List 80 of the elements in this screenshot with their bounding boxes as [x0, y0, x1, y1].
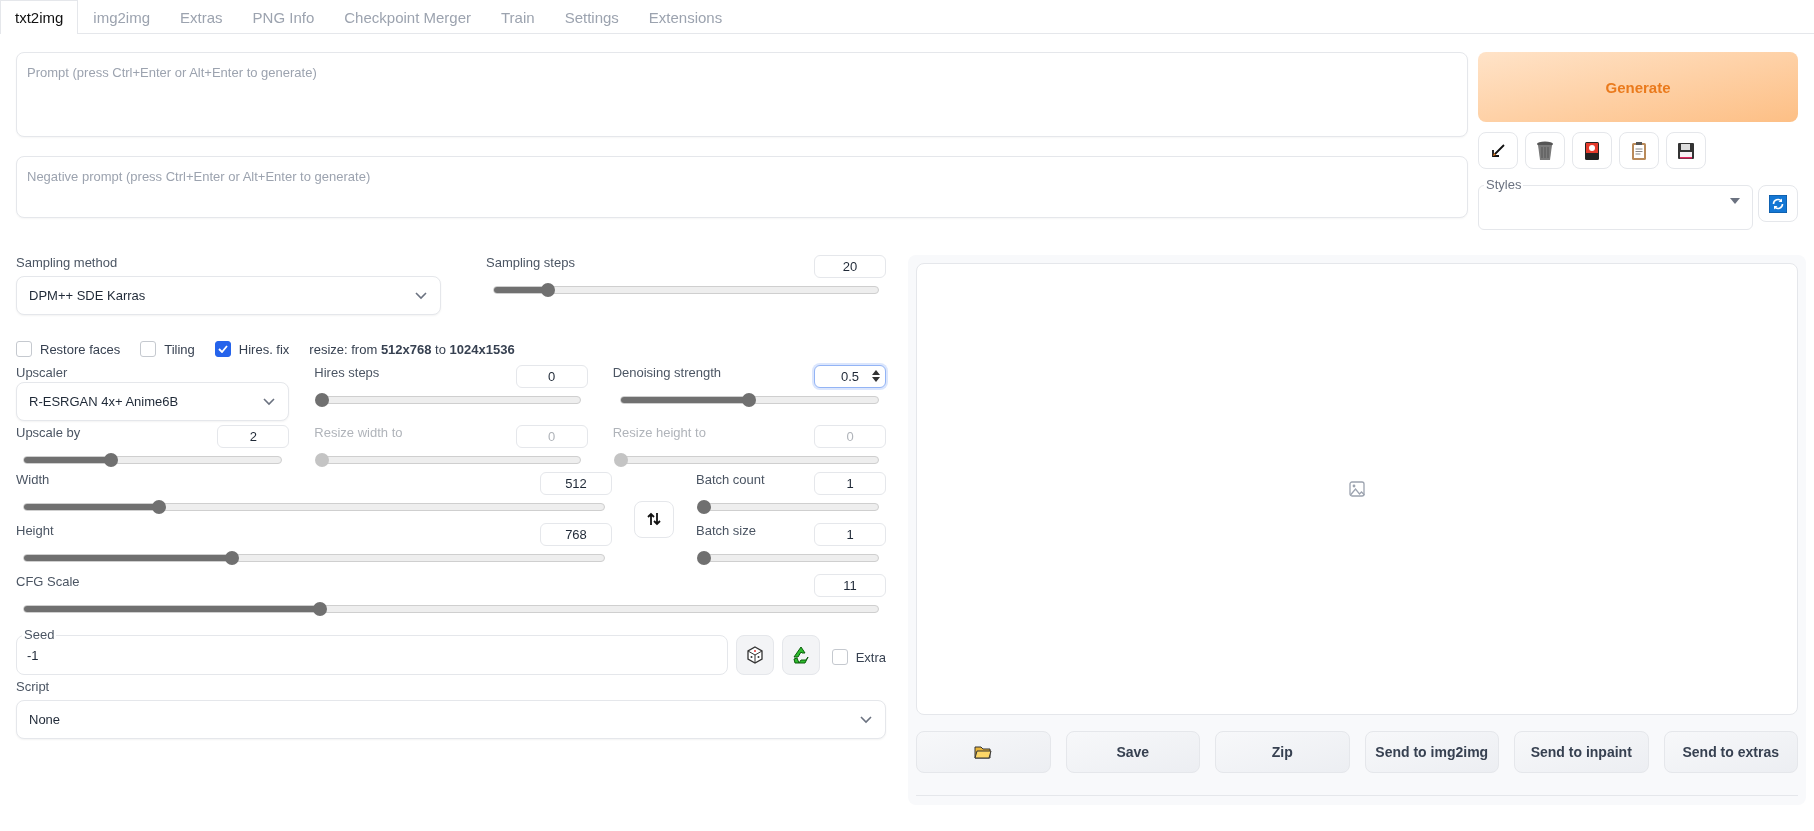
number-field[interactable]: 768 — [540, 523, 612, 546]
number-field[interactable]: 1 — [814, 472, 886, 495]
chevron-icon — [262, 397, 277, 406]
slider-thumb[interactable] — [697, 500, 711, 514]
tool-button[interactable] — [1666, 132, 1706, 169]
slider-label: Resize width to — [314, 425, 403, 440]
slider-thumb[interactable] — [313, 602, 328, 616]
gallery-button[interactable]: Send to inpaint — [1514, 731, 1649, 773]
number-field[interactable]: 0.5 — [814, 365, 886, 388]
tool-button[interactable] — [1478, 132, 1518, 169]
slider-label: Denoising strength — [612, 365, 722, 380]
recycle-icon — [790, 645, 811, 665]
tab[interactable]: txt2img — [0, 0, 79, 34]
save-icon — [1677, 141, 1695, 160]
open-folder-button[interactable] — [916, 731, 1051, 773]
seed-label: Seed — [22, 627, 57, 642]
arrow-icon — [1490, 142, 1506, 159]
gallery-button[interactable]: Zip — [1215, 731, 1350, 773]
number-field[interactable]: 11 — [814, 574, 886, 597]
tool-button[interactable] — [1572, 132, 1612, 169]
number-field[interactable]: 1 — [814, 523, 886, 546]
styles-label: Styles — [1484, 177, 1524, 192]
slider-thumb[interactable] — [315, 393, 330, 407]
clipboard-icon — [1631, 140, 1647, 161]
checkbox-label: Restore faces — [40, 341, 121, 357]
slider-label: Batch size — [696, 523, 756, 538]
number-field[interactable]: 512 — [540, 472, 612, 495]
gallery-button[interactable]: Save — [1065, 731, 1200, 773]
checkbox-label: Tiling — [164, 341, 195, 357]
slider-thumb[interactable] — [742, 393, 757, 407]
slider-label: Width — [16, 472, 50, 487]
script-dropdown[interactable]: None — [16, 700, 886, 739]
slider-label: Batch count — [696, 472, 765, 487]
refresh-icon — [1769, 194, 1787, 213]
checkbox-label: Hires. fix — [238, 341, 290, 357]
checkbox[interactable] — [831, 649, 848, 665]
negative-prompt-field[interactable]: Negative prompt (press Ctrl+Enter or Alt+Enter to generate) — [16, 156, 1468, 218]
chevron-icon — [859, 715, 873, 724]
checkbox-label: Extra — [855, 649, 886, 665]
slider-thumb[interactable] — [697, 551, 711, 565]
refresh-button[interactable] — [1758, 185, 1798, 222]
tool-button[interactable] — [1525, 132, 1565, 169]
card-icon — [1584, 140, 1600, 161]
dice-icon — [745, 646, 764, 664]
checkbox[interactable] — [16, 341, 32, 357]
random-seed-button[interactable] — [735, 635, 774, 675]
trash-icon — [1536, 140, 1554, 161]
slider-label: Hires steps — [314, 365, 380, 380]
checkbox[interactable] — [140, 341, 157, 357]
image-icon — [1349, 481, 1365, 497]
chevron-icon — [414, 291, 428, 300]
slider-thumb[interactable] — [152, 500, 167, 514]
dropdown-label: Upscaler — [16, 365, 68, 380]
swap-icon — [647, 512, 661, 526]
slider-label: CFG Scale — [16, 574, 80, 589]
gallery-button[interactable]: Send to img2img — [1364, 731, 1499, 773]
slider-thumb[interactable] — [540, 283, 555, 297]
sampling-method-dropdown[interactable]: DPM++ SDE Karras — [16, 276, 441, 315]
swap-button[interactable] — [634, 500, 674, 538]
slider-thumb[interactable] — [104, 453, 119, 467]
slider-thumb[interactable] — [224, 551, 239, 565]
upscaler-dropdown[interactable]: R-ESRGAN 4x+ Anime6B — [16, 382, 290, 421]
prompt-field[interactable]: Prompt (press Ctrl+Enter or Alt+Enter to generate) — [16, 52, 1468, 137]
dropdown-label: Sampling method — [16, 255, 118, 270]
slider-label: Height — [16, 523, 54, 538]
reuse-seed-button[interactable] — [781, 635, 820, 675]
check-icon — [217, 345, 228, 353]
caret-icon — [1730, 198, 1740, 204]
resize-note: resize: from 512x768 to 1024x1536 — [309, 341, 515, 357]
slider-label: Resize height to — [612, 425, 706, 440]
slider-label: Upscale by — [16, 425, 81, 440]
spinner-icon[interactable] — [872, 370, 880, 382]
number-field[interactable]: 20 — [814, 255, 886, 278]
dropdown-label: Script — [16, 679, 50, 694]
gallery-button[interactable]: Send to extras — [1663, 731, 1798, 773]
slider-label: Sampling steps — [486, 255, 575, 270]
number-field[interactable]: 0 — [515, 365, 588, 388]
number-field[interactable]: 2 — [217, 425, 290, 448]
folder-icon — [974, 745, 993, 759]
checkbox[interactable] — [214, 341, 231, 357]
